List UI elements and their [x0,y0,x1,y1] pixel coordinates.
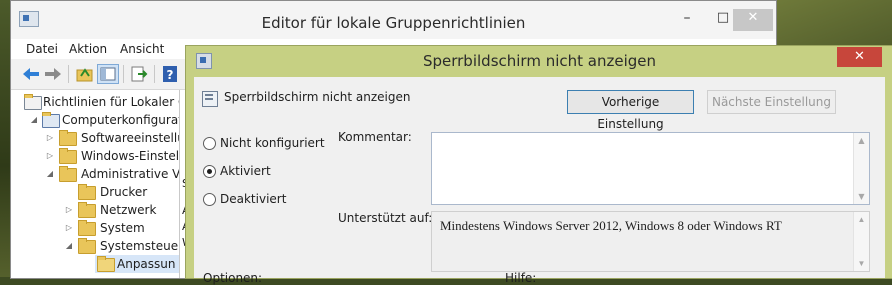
gpedit-title: Editor für lokale Gruppenrichtlinien [261,14,526,32]
folder-icon [59,130,77,146]
toolbar-separator [68,65,69,83]
expander-icon[interactable]: ▷ [64,219,74,237]
folder-icon [59,148,77,164]
close-button[interactable]: ✕ [733,9,773,31]
comment-input[interactable]: ▲ ▼ [431,132,870,205]
svg-text:?: ? [167,68,174,82]
forward-arrow-icon[interactable] [42,64,64,84]
comment-scrollbar[interactable]: ▲ ▼ [853,133,869,204]
radio-button-checked[interactable] [203,165,216,178]
menu-ansicht[interactable]: Ansicht [120,39,164,59]
dialog-body: Sperrbildschirm nicht anzeigen Vorherige… [194,77,885,285]
folder-icon [78,238,96,254]
tree-node-softwareeinstellungen[interactable]: ▷ Softwareeinstellu [11,129,179,147]
folder-icon [78,184,96,200]
tree-node-computerkonfiguration[interactable]: ◢ Computerkonfigurat [11,111,179,129]
tree-node-systemsteuerung[interactable]: ◢ Systemsteuer [11,237,179,255]
policy-dialog: Sperrbildschirm nicht anzeigen ✕ Sperrbi… [185,45,892,285]
scroll-down-icon[interactable]: ▼ [854,259,869,268]
radio-button[interactable] [203,137,216,150]
expander-icon[interactable]: ▷ [64,201,74,219]
tree-node-windows-einstellungen[interactable]: ▷ Windows-Einstell [11,147,179,165]
tree-node-netzwerk[interactable]: ▷ Netzwerk [11,201,179,219]
supported-on-value: Mindestens Windows Server 2012, Windows … [431,211,870,272]
policy-setting-icon [202,91,218,107]
scroll-up-icon[interactable]: ▲ [854,136,869,145]
help-header: Hilfe: [505,271,537,285]
previous-setting-button[interactable]: Vorherige Einstellung [567,90,694,131]
tree-node-root[interactable]: Richtlinien für Lokaler C [11,93,179,111]
policy-root-icon [24,94,42,110]
radio-selected-dot [207,169,212,174]
show-hide-tree-icon[interactable] [97,64,119,84]
scroll-up-icon[interactable]: ▲ [854,215,869,224]
menu-datei[interactable]: Datei [26,39,58,59]
tree-node-anpassung[interactable]: Anpassun [95,255,179,273]
expander-icon[interactable]: ▷ [45,147,55,165]
computer-icon [42,112,60,128]
supported-scrollbar[interactable]: ▲ ▼ [853,212,869,271]
gpedit-titlebar: Editor für lokale Gruppenrichtlinien – □… [11,1,776,39]
expander-icon[interactable]: ▷ [45,129,55,147]
up-folder-icon[interactable] [74,64,96,84]
toolbar-separator [154,65,155,83]
toolbar-separator [123,65,124,83]
minimize-button[interactable]: – [672,9,702,29]
options-header: Optionen: [203,271,263,285]
supported-on-label: Unterstützt auf: [338,211,433,225]
tree-node-administrative-vorlagen[interactable]: ◢ Administrative Vo [11,165,179,183]
help-icon[interactable]: ? [160,64,182,84]
folder-icon [78,202,96,218]
dialog-close-button[interactable]: ✕ [837,47,882,67]
dialog-titlebar: Sperrbildschirm nicht anzeigen ✕ [186,46,892,76]
expander-icon[interactable]: ◢ [45,165,55,183]
tree-node-drucker[interactable]: Drucker [11,183,179,201]
policy-name: Sperrbildschirm nicht anzeigen [224,90,411,104]
back-arrow-icon[interactable] [20,64,42,84]
supported-on-text: Mindestens Windows Server 2012, Windows … [440,218,782,233]
next-setting-button[interactable]: Nächste Einstellung [707,90,836,114]
folder-icon [78,220,96,236]
folder-icon [59,166,77,182]
export-list-icon[interactable] [128,64,150,84]
folder-open-icon [97,256,115,272]
radio-button[interactable] [203,193,216,206]
scroll-down-icon[interactable]: ▼ [854,192,869,201]
expander-icon[interactable]: ◢ [29,111,39,129]
policy-tree: Richtlinien für Lokaler C ◢ Computerkonf… [11,90,180,278]
comment-label: Kommentar: [338,130,412,144]
tree-node-system[interactable]: ▷ System [11,219,179,237]
expander-icon[interactable]: ◢ [64,237,74,255]
menu-aktion[interactable]: Aktion [69,39,107,59]
dialog-title: Sperrbildschirm nicht anzeigen [422,52,657,70]
